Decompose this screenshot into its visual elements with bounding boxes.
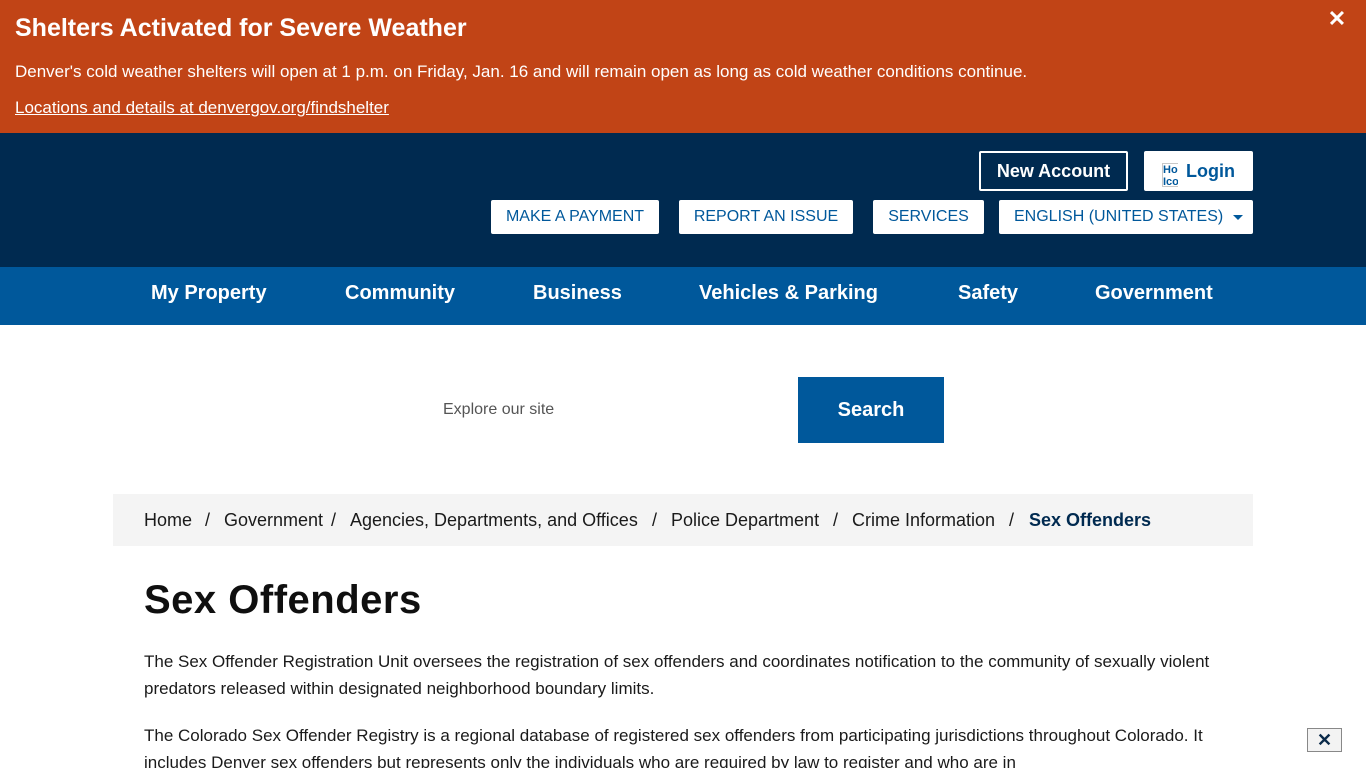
alert-text: Denver's cold weather shelters will open… xyxy=(15,62,1028,81)
alert-link[interactable]: Locations and details at denvergov.org/f… xyxy=(15,98,389,118)
search-button[interactable]: Search xyxy=(798,377,944,443)
report-issue-button[interactable]: REPORT AN ISSUE xyxy=(679,200,853,234)
nav-item-vehicles-parking[interactable]: Vehicles & Parking xyxy=(699,267,878,325)
language-label: ENGLISH (UNITED STATES) xyxy=(1014,208,1224,225)
login-label: Login xyxy=(1186,161,1235,181)
alert-title: Shelters Activated for Severe Weather xyxy=(15,14,467,42)
breadcrumb-crime-info[interactable]: Crime Information xyxy=(852,494,995,546)
new-account-button[interactable]: New Account xyxy=(979,151,1128,191)
login-button[interactable]: Home Icon Login xyxy=(1144,151,1253,191)
nav-item-safety[interactable]: Safety xyxy=(958,267,1018,325)
home-icon: Home Icon xyxy=(1162,163,1178,187)
chevron-down-icon xyxy=(1233,215,1243,220)
breadcrumb-separator: / xyxy=(833,510,839,530)
nav-item-government[interactable]: Government xyxy=(1095,267,1213,325)
alert-banner: Shelters Activated for Severe Weather De… xyxy=(0,0,1366,133)
breadcrumb-government[interactable]: Government xyxy=(224,494,323,546)
main-nav: My Property Community Business Vehicles … xyxy=(0,267,1366,325)
close-icon[interactable]: ✕ xyxy=(1324,6,1350,32)
nav-item-my-property[interactable]: My Property xyxy=(151,267,267,325)
breadcrumb-separator: / xyxy=(1009,510,1015,530)
breadcrumb-police[interactable]: Police Department xyxy=(671,494,819,546)
breadcrumb-agencies[interactable]: Agencies, Departments, and Offices xyxy=(350,494,638,546)
registry-paragraph: The Colorado Sex Offender Registry is a … xyxy=(144,726,1203,768)
breadcrumb-separator: / xyxy=(205,510,211,530)
breadcrumb-separator: / xyxy=(652,510,658,530)
breadcrumb-home[interactable]: Home xyxy=(144,494,192,546)
breadcrumb: Home / Government / Agencies, Department… xyxy=(113,494,1253,546)
page-title: Sex Offenders xyxy=(144,578,422,622)
language-select[interactable]: ENGLISH (UNITED STATES) xyxy=(999,200,1253,234)
intro-paragraph: The Sex Offender Registration Unit overs… xyxy=(144,652,1210,698)
services-button[interactable]: SERVICES xyxy=(873,200,984,234)
close-icon[interactable]: ✕ xyxy=(1307,728,1342,752)
search-input[interactable] xyxy=(430,377,798,443)
nav-item-community[interactable]: Community xyxy=(345,267,455,325)
make-payment-button[interactable]: MAKE A PAYMENT xyxy=(491,200,659,234)
breadcrumb-current: Sex Offenders xyxy=(1029,510,1152,530)
breadcrumb-separator: / xyxy=(331,510,337,530)
nav-item-business[interactable]: Business xyxy=(533,267,622,325)
site-header: New Account Home Icon Login MAKE A PAYME… xyxy=(0,133,1366,267)
